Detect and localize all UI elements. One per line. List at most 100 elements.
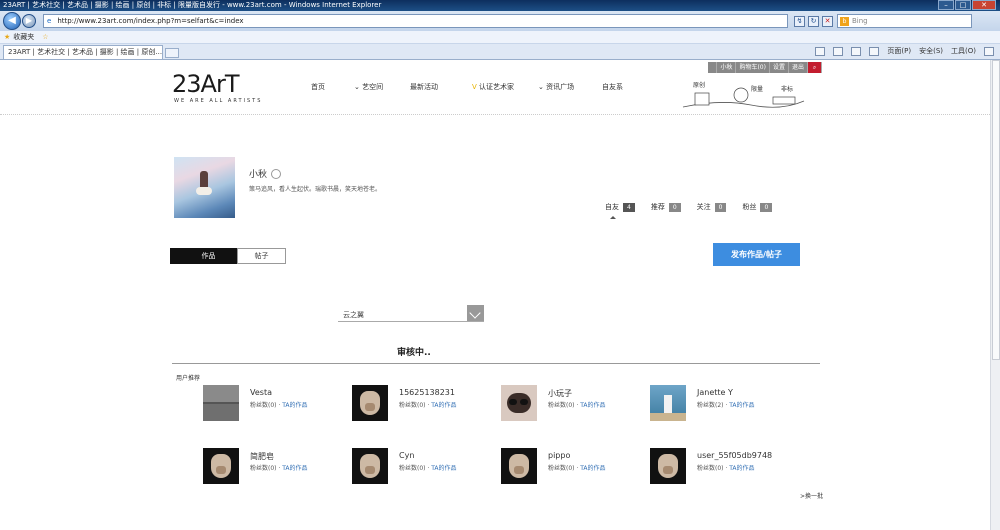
- avatar-ground: [650, 413, 686, 421]
- stat-following[interactable]: 关注 0: [697, 202, 727, 212]
- page-scrollbar[interactable]: [990, 60, 1000, 530]
- cart-link[interactable]: 购物车(0): [736, 62, 770, 73]
- stop-icon[interactable]: ✕: [822, 15, 833, 27]
- stat-value: 0: [668, 202, 681, 212]
- tab-works[interactable]: 作品: [170, 248, 247, 264]
- safety-menu[interactable]: 安全(S): [919, 46, 943, 56]
- profile-name: 小秋: [249, 170, 268, 180]
- home-icon[interactable]: [815, 46, 826, 56]
- window-title-bar: 23ART | 艺术社交 | 艺术品 | 摄影 | 绘画 | 原创 | 非标 |…: [0, 0, 1000, 11]
- user-card: Janette Y 粉丝数(2) · TA的作品: [650, 385, 790, 425]
- user-works-link[interactable]: TA的作品: [282, 402, 307, 409]
- search-field[interactable]: b Bing: [837, 14, 972, 28]
- user-meta: 粉丝数(0) · TA的作品: [548, 402, 606, 409]
- address-bar-row: ◀ ▶ e http://www.23art.com/index.php?m=s…: [0, 11, 1000, 31]
- user-works-link[interactable]: TA的作品: [431, 465, 456, 472]
- user-works-link[interactable]: TA的作品: [282, 465, 307, 472]
- heart-icon[interactable]: [271, 168, 282, 179]
- user-works-link[interactable]: TA的作品: [580, 465, 605, 472]
- user-name[interactable]: 15625138231: [399, 388, 455, 397]
- stat-label: 自友: [605, 203, 619, 211]
- user-card: pippo 粉丝数(0) · TA的作品: [501, 448, 641, 488]
- print-icon[interactable]: [869, 46, 880, 56]
- user-name[interactable]: Cyn: [399, 451, 414, 460]
- close-window-button[interactable]: ✕: [972, 0, 996, 10]
- user-name[interactable]: 简肥皂: [250, 451, 274, 462]
- scrollbar-thumb[interactable]: [992, 60, 1000, 360]
- site-logo-tagline: WE ARE ALL ARTISTS: [174, 98, 263, 104]
- stat-recommend[interactable]: 推荐 0: [651, 202, 681, 212]
- user-works-link[interactable]: TA的作品: [729, 402, 754, 409]
- profile-avatar[interactable]: [174, 157, 235, 218]
- maximize-button[interactable]: □: [955, 0, 971, 10]
- compat-view-icon[interactable]: ↯: [794, 15, 805, 27]
- mail-icon[interactable]: [851, 46, 862, 56]
- user-avatar[interactable]: [501, 385, 537, 421]
- user-name-link[interactable]: 小秋: [717, 62, 737, 73]
- address-tools: ↯ ↻ ✕: [794, 15, 833, 27]
- tools-menu[interactable]: 工具(O): [951, 46, 976, 56]
- nav-artists[interactable]: V 认证艺术家: [472, 82, 538, 92]
- header-art-word-3: 非标: [781, 85, 793, 93]
- user-avatar-mini[interactable]: [708, 62, 718, 73]
- user-avatar[interactable]: [203, 385, 239, 421]
- user-meta: 粉丝数(2) · TA的作品: [697, 402, 755, 409]
- user-works-link[interactable]: TA的作品: [580, 402, 605, 409]
- user-avatar[interactable]: [650, 448, 686, 484]
- user-avatar[interactable]: [501, 448, 537, 484]
- refresh-recommend-link[interactable]: >换一批: [800, 491, 823, 500]
- forward-button[interactable]: ▶: [22, 14, 36, 28]
- user-works-link[interactable]: TA的作品: [729, 465, 754, 472]
- stat-followers[interactable]: 粉丝 0: [742, 202, 773, 212]
- sunglasses-left: [509, 399, 517, 405]
- nav-news[interactable]: ⌄ 资讯广场: [538, 82, 602, 92]
- tab-posts[interactable]: 帖子: [237, 248, 286, 264]
- album-select[interactable]: 云之翼: [338, 305, 484, 322]
- minimize-button[interactable]: –: [938, 0, 954, 10]
- user-avatar[interactable]: [650, 385, 686, 421]
- back-button[interactable]: ◀: [3, 12, 21, 30]
- feeds-icon[interactable]: [833, 46, 844, 56]
- user-avatar[interactable]: [352, 448, 388, 484]
- user-meta: 粉丝数(0) · TA的作品: [250, 402, 308, 409]
- search-icon[interactable]: ⌕: [808, 62, 822, 73]
- user-card: Vesta 粉丝数(0) · TA的作品: [203, 385, 343, 425]
- nav-home[interactable]: 首页: [311, 82, 354, 92]
- publish-button[interactable]: 发布作品/帖子: [713, 243, 800, 266]
- user-name[interactable]: pippo: [548, 451, 570, 460]
- browser-tab[interactable]: 23ART | 艺术社交 | 艺术品 | 摄影 | 绘画 | 原创...: [3, 45, 163, 59]
- user-card: user_55f05db9748 粉丝数(0) · TA的作品: [650, 448, 790, 488]
- avatar-dress: [196, 187, 212, 195]
- refresh-icon[interactable]: ↻: [808, 15, 819, 27]
- user-avatar[interactable]: [352, 385, 388, 421]
- user-avatar[interactable]: [203, 448, 239, 484]
- page-menu[interactable]: 页面(P): [887, 46, 911, 56]
- logout-link[interactable]: 退出: [788, 62, 808, 73]
- tab-bar: 23ART | 艺术社交 | 艺术品 | 摄影 | 绘画 | 原创... 页面(…: [0, 44, 1000, 60]
- stat-self-friends[interactable]: 自友 4: [605, 202, 635, 219]
- nav-art-space[interactable]: ⌄ 艺空间: [354, 82, 410, 92]
- nav-self-friends[interactable]: 自友系: [602, 82, 623, 92]
- help-icon[interactable]: [984, 46, 994, 56]
- nav-events[interactable]: 最新活动: [410, 82, 472, 92]
- new-tab-button[interactable]: [165, 48, 179, 58]
- stat-value: 0: [714, 202, 727, 212]
- user-meta: 粉丝数(0) · TA的作品: [697, 465, 755, 472]
- user-name[interactable]: Vesta: [250, 388, 272, 397]
- favorites-label[interactable]: 收藏夹: [13, 32, 34, 42]
- recommend-title: 用户推荐: [176, 375, 201, 382]
- settings-link[interactable]: 设置: [769, 62, 789, 73]
- user-name[interactable]: user_55f05db9748: [697, 451, 772, 460]
- add-favorite-icon[interactable]: ☆: [42, 33, 48, 41]
- address-field[interactable]: e http://www.23art.com/index.php?m=selfa…: [43, 14, 788, 28]
- site-logo[interactable]: 23ArT: [172, 70, 239, 98]
- user-works-link[interactable]: TA的作品: [431, 402, 456, 409]
- user-name[interactable]: 小玩子: [548, 388, 572, 399]
- avatar-photo-bottom: [203, 404, 239, 421]
- user-name[interactable]: Janette Y: [697, 388, 733, 397]
- window-title: 23ART | 艺术社交 | 艺术品 | 摄影 | 绘画 | 原创 | 非标 |…: [3, 1, 382, 9]
- profile-name-row: 小秋: [249, 167, 282, 180]
- chevron-down-icon[interactable]: [467, 305, 484, 321]
- command-bar: 页面(P) 安全(S) 工具(O): [815, 46, 994, 56]
- page-icon: e: [47, 17, 52, 25]
